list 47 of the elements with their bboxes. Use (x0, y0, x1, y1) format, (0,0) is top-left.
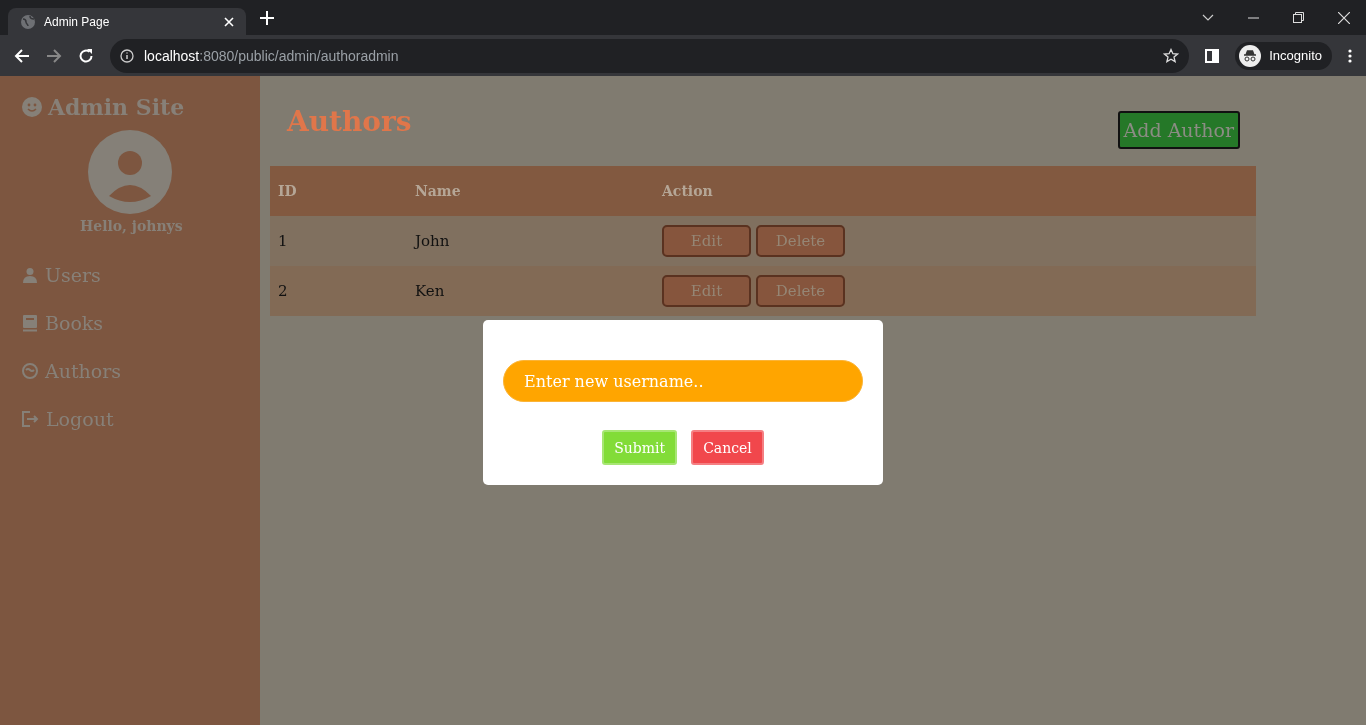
star-icon[interactable] (1163, 47, 1180, 64)
delete-button[interactable]: Delete (756, 275, 845, 307)
incognito-icon (1239, 44, 1262, 67)
address-bar[interactable]: localhost:8080/public/admin/authoradmin (110, 38, 1190, 73)
column-header: ID (278, 183, 297, 199)
browser-tab[interactable]: Admin Page (8, 8, 246, 35)
column-header: Name (415, 183, 461, 199)
face-icon (22, 363, 38, 379)
table-cell: Ken (415, 282, 445, 300)
side-panel-icon[interactable] (1205, 48, 1220, 63)
edit-button[interactable]: Edit (662, 225, 751, 257)
info-icon[interactable] (120, 48, 134, 63)
cancel-button[interactable]: Cancel (691, 430, 764, 465)
delete-button[interactable]: Delete (756, 225, 845, 257)
nav-link[interactable]: Logout (22, 408, 260, 430)
tab-title: Admin Page (44, 14, 111, 29)
profile-chip[interactable]: Incognito (1235, 41, 1332, 70)
edit-button[interactable]: Edit (662, 275, 751, 307)
minimize-icon[interactable] (1248, 16, 1259, 19)
greeting-text: Hello, johnys (80, 218, 184, 234)
nav-link[interactable]: Books (22, 312, 260, 334)
site-title: Admin Site (48, 94, 185, 120)
table-cell: 1 (278, 232, 288, 250)
book-icon (22, 314, 38, 332)
nav-link[interactable]: Authors (22, 360, 260, 382)
table-cell: John (415, 232, 450, 250)
logout-icon (22, 411, 39, 427)
close-icon[interactable] (1338, 11, 1350, 24)
add-author-button[interactable]: Add Author (1117, 111, 1240, 149)
back-arrow-icon[interactable] (14, 47, 30, 64)
nav-link[interactable]: Users (22, 264, 260, 286)
column-header: Action (662, 183, 713, 199)
username-input[interactable]: Enter new username.. (503, 360, 863, 402)
restore-icon[interactable] (1293, 12, 1304, 23)
avatar-icon (88, 130, 172, 214)
smiley-icon (22, 97, 42, 117)
reload-icon[interactable] (78, 47, 94, 64)
table-cell: 2 (278, 282, 288, 300)
menu-icon[interactable] (1348, 48, 1352, 63)
url-text: localhost:8080/public/admin/authoradmin (144, 47, 399, 64)
page-heading: Authors (287, 104, 412, 138)
forward-arrow-icon[interactable] (46, 47, 62, 64)
chevron-down-icon[interactable] (1202, 13, 1214, 22)
submit-button[interactable]: Submit (602, 430, 678, 465)
globe-icon (20, 13, 36, 30)
user-icon (22, 267, 38, 283)
new-tab-icon[interactable] (260, 10, 274, 25)
